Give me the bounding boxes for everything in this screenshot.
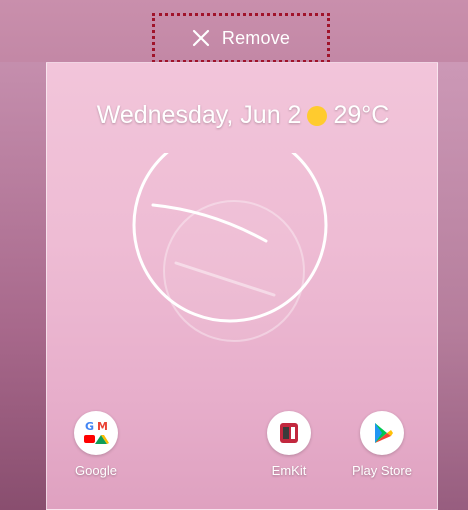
google-folder-icon: G M: [74, 411, 118, 455]
app-google-folder[interactable]: G M Google: [61, 411, 131, 478]
date-text: Wednesday, Jun 2: [96, 101, 302, 129]
emkit-icon: [267, 411, 311, 455]
clock-widget[interactable]: [127, 153, 337, 353]
temperature-text: 29°C: [333, 101, 390, 129]
app-label-google: Google: [75, 463, 117, 478]
gmail-m-glyph: M: [97, 420, 108, 433]
youtube-glyph: [84, 435, 95, 443]
app-label-play-store: Play Store: [352, 463, 412, 478]
app-label-emkit: EmKit: [271, 463, 307, 478]
adjacent-page-right: [438, 62, 468, 510]
close-icon: [192, 29, 209, 47]
adjacent-page-left: [0, 62, 46, 510]
app-play-store[interactable]: Play Store: [347, 411, 417, 478]
sun-icon: [307, 105, 328, 126]
home-page-preview[interactable]: Wednesday, Jun 2 29°C G M Google EmKit P…: [46, 62, 438, 510]
play-store-icon: [360, 411, 404, 455]
remove-drop-target[interactable]: Remove: [152, 13, 330, 63]
google-g-glyph: G: [85, 420, 94, 433]
app-emkit[interactable]: EmKit: [254, 411, 324, 478]
date-weather-widget[interactable]: Wednesday, Jun 2 29°C: [47, 101, 439, 130]
remove-label: Remove: [221, 27, 291, 48]
